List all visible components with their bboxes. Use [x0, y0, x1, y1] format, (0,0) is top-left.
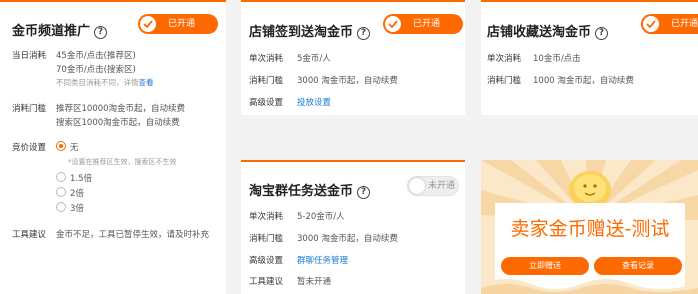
status-toggle[interactable]: 已开通 — [138, 14, 218, 34]
threshold-value: 1000 淘金币起，自动续费 — [533, 76, 634, 86]
toggle-knob — [409, 178, 425, 194]
today-consumption-line2: 70金币/点击(搜索区) — [56, 65, 136, 75]
promo-banner: 卖家金币赠送-测试 立即赠送 查看记录 — [481, 160, 698, 294]
card-title-text: 金币频道推广 — [12, 24, 91, 39]
tool-advice-label: 工具建议 — [12, 230, 47, 240]
threshold-line2: 搜索区1000淘金币起，自动续费 — [56, 118, 180, 128]
card-title: 金币频道推广? — [12, 20, 108, 39]
card-title: 店铺签到送淘金币? — [249, 21, 371, 40]
card-title: 淘宝群任务送金币? — [249, 180, 371, 199]
threshold-label: 消耗门槛 — [12, 104, 47, 114]
bid-option-2x-label: 2倍 — [70, 189, 84, 199]
threshold-value: 3000 淘金币起，自动续费 — [297, 234, 398, 244]
toggle-label: 已开通 — [413, 19, 441, 29]
single-cost-label: 单次消耗 — [487, 54, 522, 64]
card-shop-favorite: 店铺收藏送淘金币? 已开通 单次消耗 10金币/点击 消耗门槛 1000 淘金币… — [481, 0, 698, 115]
check-icon — [385, 16, 401, 32]
bid-option-3x-label: 3倍 — [70, 204, 84, 214]
bid-settings-label: 竞价设置 — [12, 143, 47, 153]
gift-now-button[interactable]: 立即赠送 — [501, 257, 589, 275]
threshold-label: 消耗门槛 — [249, 76, 284, 86]
single-cost-value: 5-20金币/人 — [297, 212, 345, 222]
tool-advice-value: 金币不足，工具已暂停生效，请及时补充 — [56, 230, 210, 240]
single-cost-label: 单次消耗 — [249, 54, 284, 64]
bid-radio-1-5x[interactable] — [56, 172, 66, 182]
card-title-text: 淘宝群任务送金币 — [249, 184, 354, 199]
single-cost-value: 10金币/点击 — [533, 54, 581, 64]
check-icon — [140, 16, 156, 32]
toggle-label: 未开通 — [428, 181, 456, 191]
today-consumption-label: 当日消耗 — [12, 51, 47, 61]
help-icon[interactable]: ? — [357, 27, 371, 40]
threshold-line1: 推荐区10000淘金币起，自动续费 — [56, 104, 186, 114]
card-channel-promotion: 金币频道推广? 已开通 当日消耗 45金币/点击(推荐区) 70金币/点击(搜索… — [0, 0, 226, 294]
help-icon[interactable]: ? — [595, 27, 609, 40]
tool-advice-label: 工具建议 — [249, 277, 284, 287]
promo-title: 卖家金币赠送-测试 — [510, 218, 670, 240]
single-cost-label: 单次消耗 — [249, 212, 284, 222]
advanced-settings-label: 高级设置 — [249, 98, 284, 108]
threshold-label: 消耗门槛 — [487, 76, 522, 86]
status-toggle[interactable]: 已开通 — [641, 14, 698, 34]
bid-option-1-5x-label: 1.5倍 — [70, 174, 93, 184]
single-cost-value: 5金币/人 — [297, 54, 331, 64]
card-group-task: 淘宝群任务送金币? 未开通 单次消耗 5-20金币/人 消耗门槛 3000 淘金… — [241, 160, 465, 294]
view-records-button[interactable]: 查看记录 — [594, 257, 682, 275]
bid-option-none-label: 无 — [70, 143, 79, 153]
advanced-settings-label: 高级设置 — [249, 256, 284, 266]
check-icon — [643, 16, 659, 32]
card-title: 店铺收藏送淘金币? — [487, 21, 609, 40]
today-consumption-line3: 不同类目消耗不同，详情查看 — [56, 77, 154, 88]
status-toggle[interactable]: 已开通 — [383, 14, 463, 34]
threshold-value: 3000 淘金币起，自动续费 — [297, 76, 398, 86]
toggle-label: 已开通 — [168, 19, 196, 29]
help-icon[interactable]: ? — [357, 186, 371, 199]
view-details-link[interactable]: 查看 — [139, 78, 154, 87]
toggle-label: 已开通 — [671, 19, 698, 29]
group-task-management-link[interactable]: 群聊任务管理 — [297, 254, 348, 266]
today-consumption-note: 不同类目消耗不同，详情 — [56, 78, 139, 87]
today-consumption-line1: 45金币/点击(推荐区) — [56, 51, 136, 61]
card-title-text: 店铺签到送淘金币 — [249, 25, 354, 40]
threshold-label: 消耗门槛 — [249, 234, 284, 244]
help-icon[interactable]: ? — [94, 26, 108, 39]
bid-radio-2x[interactable] — [56, 187, 66, 197]
card-title-text: 店铺收藏送淘金币 — [487, 25, 592, 40]
tool-advice-value: 暂未开通 — [297, 277, 332, 287]
delivery-settings-link[interactable]: 投放设置 — [297, 96, 331, 108]
bid-hint: *设置在推荐区生效，搜索区不生效 — [68, 158, 177, 166]
card-shop-checkin: 店铺签到送淘金币? 已开通 单次消耗 5金币/人 消耗门槛 3000 淘金币起，… — [241, 0, 465, 115]
bid-radio-none[interactable] — [56, 141, 66, 151]
bid-radio-3x[interactable] — [56, 202, 66, 212]
status-toggle[interactable]: 未开通 — [407, 176, 459, 196]
